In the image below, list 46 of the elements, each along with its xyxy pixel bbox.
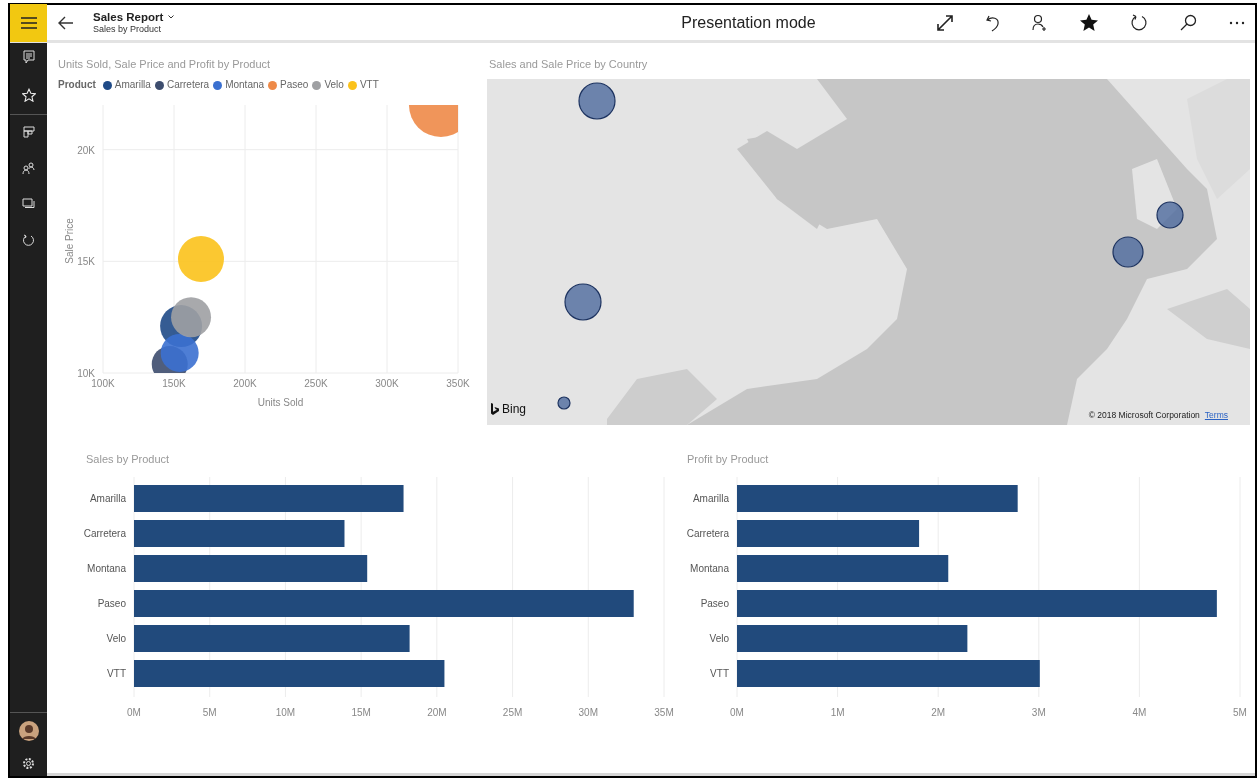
axis-tick-label: 30M: [578, 707, 598, 718]
axis-tick-label: 350K: [446, 378, 470, 389]
category-label: VTT: [107, 668, 126, 679]
chart-title: Profit by Product: [686, 452, 770, 466]
category-label: Montana: [690, 563, 729, 574]
category-label: VTT: [710, 668, 729, 679]
chart-title: Units Sold, Sale Price and Profit by Product: [57, 57, 272, 71]
axis-tick-label: 300K: [375, 378, 399, 389]
axis-tick-label: 10M: [275, 707, 296, 718]
category-label: Amarilla: [89, 493, 126, 504]
category-label: Paseo: [700, 598, 729, 609]
category-label: Carretera: [686, 528, 729, 539]
copyright-notice: © 2018 Microsoft Corporation: [1088, 409, 1200, 422]
chart-title: Sales by Product: [85, 452, 171, 466]
axis-tick-label: 5M: [1233, 707, 1247, 718]
category-label: Amarilla: [692, 493, 729, 504]
axis-tick-label: 100K: [91, 378, 115, 389]
axis-title: Sale Price: [64, 218, 75, 264]
axis-tick-label: 5M: [202, 707, 217, 718]
category-label: Montana: [87, 563, 126, 574]
legend-title: Product: [58, 79, 96, 91]
axis-tick-label: 25M: [502, 707, 523, 718]
category-label: Carretera: [83, 528, 126, 539]
page-subtitle: Sales by Product: [93, 24, 163, 36]
axis-tick-label: 0M: [730, 707, 744, 718]
axis-tick-label: 0M: [127, 707, 141, 718]
axis-tick-label: 35M: [654, 707, 674, 718]
axis-tick-label: 1M: [830, 707, 845, 718]
presentation-mode-label: Presentation mode: [681, 12, 816, 33]
axis-tick-label: 200K: [233, 378, 257, 389]
axis-tick-label: 3M: [1031, 707, 1046, 718]
category-label: Velo: [709, 633, 729, 644]
axis-tick-label: 2M: [931, 707, 946, 718]
axis-tick-label: 250K: [304, 378, 328, 389]
category-label: Velo: [106, 633, 126, 644]
axis-tick-label: 20K: [77, 144, 95, 156]
axis-tick-label: 20M: [427, 707, 447, 718]
axis-tick-label: 150K: [162, 378, 186, 389]
map-logo: Bing: [502, 401, 527, 418]
category-label: Paseo: [97, 598, 126, 609]
axis-tick-label: 10K: [77, 368, 95, 379]
axis-tick-label: 15K: [77, 256, 95, 268]
axis-tick-label: 15M: [351, 707, 371, 718]
axis-tick-label: 4M: [1132, 707, 1147, 718]
axis-title: Units Sold: [257, 397, 304, 408]
chart-title: Sales and Sale Price by Country: [488, 57, 649, 71]
